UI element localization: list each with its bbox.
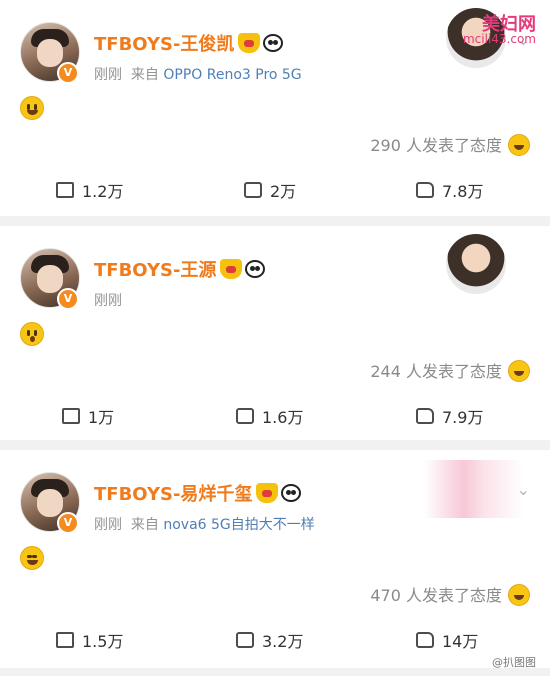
crown-icon (238, 33, 261, 53)
site-watermark-url: mcili43.com (462, 32, 536, 46)
grin-emoji-icon (508, 134, 530, 156)
post-source[interactable]: nova6 5G自拍大不一样 (163, 517, 314, 533)
like-button[interactable]: 14万 (416, 628, 478, 652)
bottom-watermark: @扒图图 (492, 656, 536, 669)
laugh-emoji-icon (20, 546, 44, 570)
post-meta: 刚刚 来自 nova6 5G自拍大不一样 (94, 517, 315, 533)
crown-icon (220, 259, 243, 279)
comment-icon (236, 408, 254, 424)
weibo-post-card: V TFBOYS-王俊凯 刚刚 来自 OPPO Reno3 Pro 5G 290… (0, 0, 550, 216)
verified-badge-icon: V (57, 288, 79, 310)
comment-button[interactable]: 2万 (244, 178, 296, 202)
panda-icon (263, 34, 284, 52)
post-meta: 刚刚 (94, 293, 122, 309)
post-source[interactable]: OPPO Reno3 Pro 5G (163, 67, 301, 83)
post-author-name[interactable]: TFBOYS-王源 (94, 256, 266, 282)
repost-button[interactable]: 1万 (62, 404, 114, 428)
thumbs-up-icon (416, 632, 434, 648)
weibo-post-card: V TFBOYS-王源 刚刚 244 人发表了态度 1万 1.6万 7.9万 (0, 226, 550, 440)
smile-emoji-icon (20, 96, 44, 120)
thumbs-up-icon (416, 182, 434, 198)
comment-icon (244, 182, 262, 198)
crown-icon (256, 483, 279, 503)
repost-button[interactable]: 1.5万 (56, 628, 123, 652)
post-author-name[interactable]: TFBOYS-王俊凯 (94, 30, 284, 56)
post-author-name[interactable]: TFBOYS-易烊千玺 (94, 480, 302, 506)
verified-badge-icon: V (57, 512, 79, 534)
post-card-thumbnail (446, 234, 506, 294)
panda-icon (281, 484, 302, 502)
like-button[interactable]: 7.8万 (416, 178, 483, 202)
thumbs-up-icon (416, 408, 434, 424)
verified-badge-icon: V (57, 62, 79, 84)
comment-button[interactable]: 3.2万 (236, 628, 303, 652)
repost-button[interactable]: 1.2万 (56, 178, 123, 202)
repost-icon (56, 182, 74, 198)
comment-button[interactable]: 1.6万 (236, 404, 303, 428)
comment-icon (236, 632, 254, 648)
panda-icon (245, 260, 266, 278)
chevron-down-icon[interactable]: ⌄ (517, 480, 530, 499)
weibo-post-card: V TFBOYS-易烊千玺 刚刚 来自 nova6 5G自拍大不一样 470 人… (0, 450, 550, 668)
post-card-thumbnail (424, 460, 524, 518)
surprised-emoji-icon (20, 322, 44, 346)
repost-icon (56, 632, 74, 648)
reaction-summary[interactable]: 290 人发表了态度 (370, 132, 530, 156)
post-meta: 刚刚 来自 OPPO Reno3 Pro 5G (94, 67, 302, 83)
repost-icon (62, 408, 80, 424)
reaction-summary[interactable]: 244 人发表了态度 (370, 358, 530, 382)
reaction-summary[interactable]: 470 人发表了态度 (370, 582, 530, 606)
like-button[interactable]: 7.9万 (416, 404, 483, 428)
grin-emoji-icon (508, 360, 530, 382)
grin-emoji-icon (508, 584, 530, 606)
